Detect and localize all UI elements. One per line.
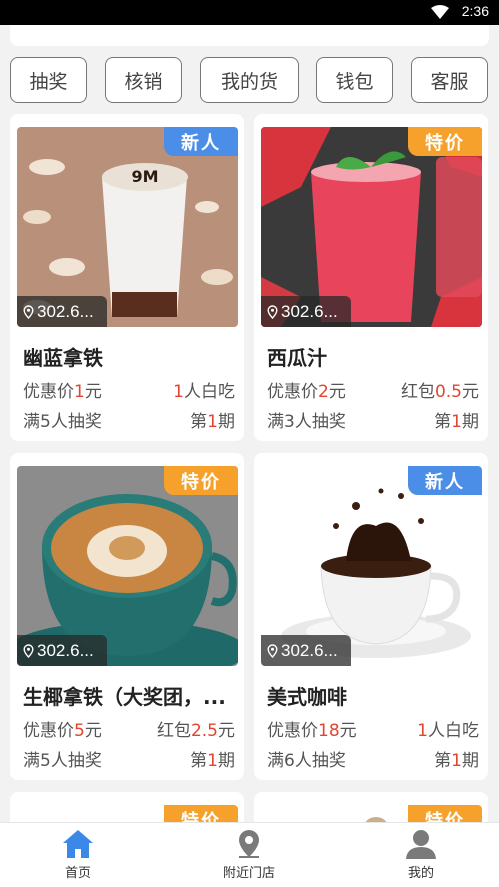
- top-panel-edge: [10, 25, 489, 46]
- product-image: 特价 302.6...: [261, 127, 482, 327]
- reward-info: 1人白吃: [417, 721, 479, 741]
- draw-condition: 满5人抽奖: [23, 412, 102, 432]
- period-info: 第1期: [434, 412, 479, 432]
- period-info: 第1期: [434, 751, 479, 771]
- product-image: 9M 新人 302.6...: [17, 127, 238, 327]
- product-title: 生椰拿铁（大奖团，...: [23, 685, 226, 709]
- discount-price: 优惠价2元: [267, 382, 346, 402]
- product-card[interactable]: 新人 302.6... 美式咖啡 优惠价18元 1人白吃 满6人抽奖 第1期: [254, 453, 488, 780]
- product-title: 幽蓝拿铁: [23, 346, 103, 370]
- reward-info: 红包0.5元: [400, 382, 479, 402]
- product-card[interactable]: 9M 新人 302.6... 幽蓝拿铁 优惠价1元 1人白吃 满5人抽奖 第1期: [10, 114, 244, 441]
- location-pin-icon: [267, 643, 278, 658]
- my-goods-button[interactable]: 我的货: [200, 57, 299, 103]
- reward-info: 红包2.5元: [156, 721, 235, 741]
- new-user-badge: 新人: [164, 127, 238, 156]
- wifi-icon: [431, 5, 449, 19]
- bottom-tab-bar: 首页 附近门店 我的: [0, 822, 499, 887]
- draw-condition: 满3人抽奖: [267, 412, 346, 432]
- product-title: 西瓜汁: [267, 346, 327, 370]
- special-price-badge: 特价: [164, 466, 238, 495]
- wallet-button[interactable]: 钱包: [316, 57, 393, 103]
- draw-condition: 满5人抽奖: [23, 751, 102, 771]
- location-pin-icon: [267, 304, 278, 319]
- discount-price: 优惠价1元: [23, 382, 102, 402]
- distance-label: 302.6...: [261, 635, 351, 666]
- tab-nearby-stores[interactable]: 附近门店: [194, 829, 304, 881]
- distance-label: 302.6...: [17, 635, 107, 666]
- tab-home[interactable]: 首页: [23, 829, 133, 881]
- location-pin-icon: [23, 643, 34, 658]
- product-card[interactable]: 特价 302.6... 生椰拿铁（大奖团，... 优惠价5元 红包2.5元 满5…: [10, 453, 244, 780]
- status-time: 2:36: [461, 3, 489, 19]
- product-title: 美式咖啡: [267, 685, 347, 709]
- product-image: 特价 302.6...: [17, 466, 238, 666]
- customer-service-button[interactable]: 客服: [411, 57, 488, 103]
- special-price-badge: 特价: [408, 127, 482, 156]
- svg-text:9M: 9M: [131, 167, 158, 186]
- product-image: 新人 302.6...: [261, 466, 482, 666]
- home-icon: [63, 830, 93, 858]
- distance-label: 302.6...: [261, 296, 351, 327]
- status-bar: 2:36: [0, 0, 499, 25]
- period-info: 第1期: [190, 751, 235, 771]
- location-pin-icon: [23, 304, 34, 319]
- redeem-button[interactable]: 核销: [105, 57, 182, 103]
- new-user-badge: 新人: [408, 466, 482, 495]
- tab-mine[interactable]: 我的: [366, 829, 476, 881]
- distance-label: 302.6...: [17, 296, 107, 327]
- draw-condition: 满6人抽奖: [267, 751, 346, 771]
- quick-actions-row: 抽奖 核销 我的货 钱包 客服: [0, 57, 499, 105]
- reward-info: 1人白吃: [173, 382, 235, 402]
- discount-price: 优惠价5元: [23, 721, 102, 741]
- discount-price: 优惠价18元: [267, 721, 357, 741]
- period-info: 第1期: [190, 412, 235, 432]
- user-icon: [406, 830, 436, 859]
- lottery-button[interactable]: 抽奖: [10, 57, 87, 103]
- location-pin-icon: [239, 830, 259, 858]
- product-card[interactable]: 特价 302.6... 西瓜汁 优惠价2元 红包0.5元 满3人抽奖 第1期: [254, 114, 488, 441]
